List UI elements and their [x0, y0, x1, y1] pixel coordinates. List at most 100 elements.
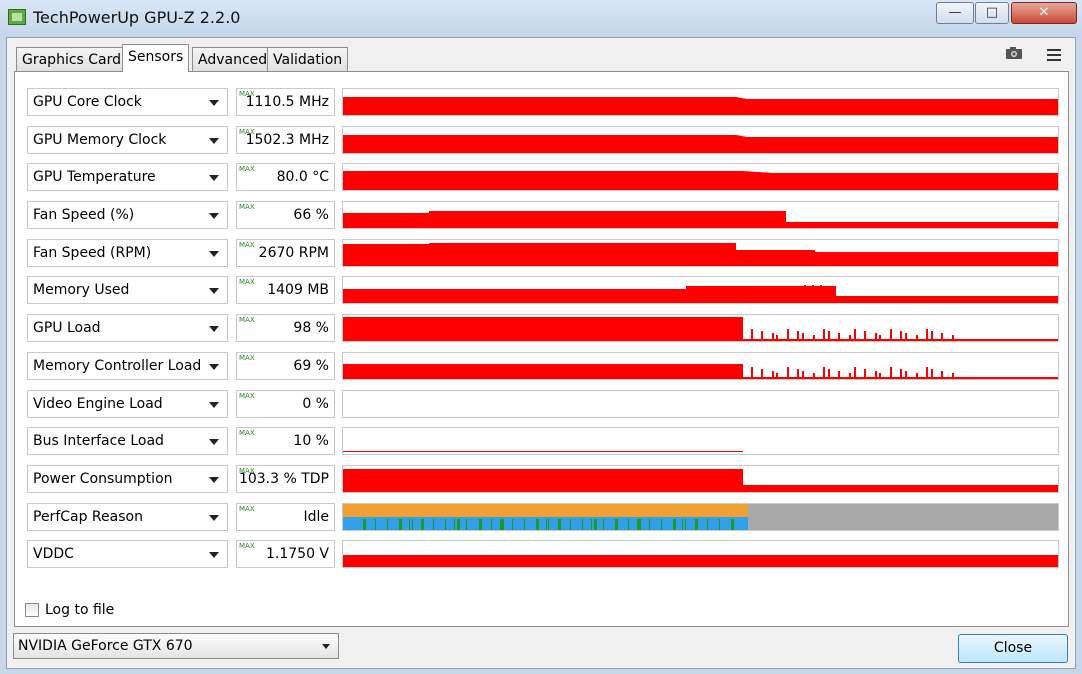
- perfcap-vrel-band: [454, 519, 455, 530]
- sensor-graph-plot: [343, 211, 1058, 228]
- sensor-value-box[interactable]: MAX 1409 MB: [236, 276, 335, 304]
- perfcap-vrel-band: [695, 519, 698, 530]
- sensor-name-dropdown[interactable]: GPU Memory Clock: [27, 126, 228, 154]
- chevron-down-icon: [322, 644, 330, 649]
- sensor-name-dropdown[interactable]: Bus Interface Load: [27, 427, 228, 455]
- sensor-row: Power Consumption MAX 103.3 % TDP: [0, 465, 1082, 495]
- sensor-value: 0 %: [302, 396, 329, 412]
- sensor-name-label: Bus Interface Load: [33, 433, 164, 449]
- perfcap-vrel-band: [548, 519, 549, 530]
- sensor-graph-spike: [875, 371, 877, 379]
- sensor-name-dropdown[interactable]: Video Engine Load: [27, 390, 228, 418]
- sensor-value-box[interactable]: MAX 0 %: [236, 390, 335, 418]
- sensor-value-box[interactable]: MAX 103.3 % TDP: [236, 465, 335, 493]
- perfcap-vrel-band: [661, 519, 662, 530]
- sensor-name-label: PerfCap Reason: [33, 509, 143, 525]
- sensor-graph-spike: [812, 285, 814, 301]
- sensor-graph-plot: [343, 285, 1058, 303]
- perfcap-vrel-band: [558, 519, 561, 530]
- sensor-row: PerfCap Reason MAX Idle: [0, 503, 1082, 533]
- sensor-graph-spike: [849, 335, 851, 341]
- sensor-graph-spike: [916, 373, 918, 379]
- sensor-name-dropdown[interactable]: Power Consumption: [27, 465, 228, 493]
- sensor-graph-area: [343, 286, 1058, 303]
- sensor-graph-spike: [787, 367, 789, 379]
- sensor-graph: [342, 352, 1059, 380]
- hamburger-menu-icon[interactable]: [1047, 49, 1061, 61]
- perfcap-vrel-band: [512, 519, 513, 530]
- sensor-graph-spike: [890, 329, 892, 341]
- sensor-name-dropdown[interactable]: Fan Speed (%): [27, 201, 228, 229]
- minimize-button[interactable]: —: [936, 2, 974, 24]
- sensor-value-box[interactable]: MAX 69 %: [236, 352, 335, 380]
- max-mode-badge: MAX: [239, 429, 255, 437]
- sensor-graph: [342, 503, 1059, 531]
- sensor-graph: [342, 465, 1059, 493]
- sensor-graph-spike: [952, 373, 954, 379]
- sensor-value-box[interactable]: MAX 1110.5 MHz: [236, 88, 335, 116]
- sensor-name-dropdown[interactable]: GPU Temperature: [27, 163, 228, 191]
- tab-sensors[interactable]: Sensors: [122, 44, 190, 72]
- sensor-name-label: GPU Memory Clock: [33, 132, 167, 148]
- maximize-button[interactable]: □: [975, 2, 1009, 24]
- close-button[interactable]: Close: [958, 634, 1068, 663]
- sensor-name-dropdown[interactable]: Memory Controller Load: [27, 352, 228, 380]
- sensor-name-label: GPU Temperature: [33, 169, 156, 185]
- chevron-down-icon: [209, 213, 219, 219]
- sensor-graph-area: [343, 135, 1058, 153]
- gpu-selector-dropdown[interactable]: NVIDIA GeForce GTX 670: [13, 633, 339, 659]
- sensor-graph-spike: [808, 288, 810, 303]
- camera-icon[interactable]: [1006, 47, 1022, 59]
- sensor-value: 69 %: [293, 358, 329, 374]
- perfcap-vrel-band: [387, 519, 388, 530]
- sensor-value-box[interactable]: MAX 2670 RPM: [236, 239, 335, 267]
- sensor-graph-spike: [900, 331, 902, 341]
- sensor-graph-plot: [343, 391, 1058, 417]
- sensor-value-box[interactable]: MAX 66 %: [236, 201, 335, 229]
- sensor-graph-plot: [343, 97, 1058, 115]
- sensor-graph-spike: [838, 333, 840, 341]
- window-close-button[interactable]: ✕: [1011, 2, 1077, 24]
- tab-graphics-card[interactable]: Graphics Card: [16, 47, 128, 71]
- sensor-value-box[interactable]: MAX 1.1750 V: [236, 540, 335, 568]
- gpu-selector-value: NVIDIA GeForce GTX 670: [18, 638, 193, 654]
- sensor-name-dropdown[interactable]: Fan Speed (RPM): [27, 239, 228, 267]
- sensor-value-box[interactable]: MAX 1502.3 MHz: [236, 126, 335, 154]
- sensor-name-dropdown[interactable]: GPU Load: [27, 314, 228, 342]
- sensor-graph-plot: [343, 469, 1058, 492]
- sensor-name-dropdown[interactable]: PerfCap Reason: [27, 503, 228, 531]
- perfcap-power-band: [343, 504, 748, 517]
- max-mode-badge: MAX: [239, 542, 255, 550]
- sensor-graph-spike: [797, 331, 799, 341]
- sensor-graph-area: [343, 469, 1058, 492]
- tab-advanced[interactable]: Advanced: [192, 47, 274, 71]
- sensor-row: VDDC MAX 1.1750 V: [0, 540, 1082, 570]
- perfcap-vrel-band: [628, 519, 629, 530]
- perfcap-idle-band: [748, 504, 1058, 530]
- sensor-graph-area: [343, 171, 1058, 190]
- chevron-down-icon: [209, 326, 219, 332]
- sensor-graph: [342, 239, 1059, 267]
- gpu-z-app-icon: [8, 9, 26, 25]
- sensor-row: Bus Interface Load MAX 10 %: [0, 427, 1082, 457]
- sensor-value: 10 %: [293, 433, 329, 449]
- sensor-value: 2670 RPM: [258, 245, 329, 261]
- sensor-graph-spike: [952, 335, 954, 341]
- sensor-value-box[interactable]: MAX 10 %: [236, 427, 335, 455]
- perfcap-vrel-band: [421, 519, 424, 530]
- perfcap-vrel-band: [433, 519, 434, 530]
- sensor-graph-spike: [761, 331, 763, 341]
- tab-validation[interactable]: Validation: [267, 47, 349, 71]
- sensor-name-dropdown[interactable]: GPU Core Clock: [27, 88, 228, 116]
- sensor-value-box[interactable]: MAX 98 %: [236, 314, 335, 342]
- log-to-file-checkbox[interactable]: [25, 603, 39, 617]
- sensor-name-dropdown[interactable]: Memory Used: [27, 276, 228, 304]
- sensor-value-box[interactable]: MAX 80.0 °C: [236, 163, 335, 191]
- sensor-graph-spike: [926, 367, 928, 379]
- title-bar: TechPowerUp GPU-Z 2.2.0 — □ ✕: [0, 0, 1082, 36]
- sensor-value: 1110.5 MHz: [245, 94, 329, 110]
- sensor-name-dropdown[interactable]: VDDC: [27, 540, 228, 568]
- sensor-value-box[interactable]: MAX Idle: [236, 503, 335, 531]
- perfcap-vrel-band: [707, 519, 708, 530]
- perfcap-vrel-band: [649, 519, 650, 530]
